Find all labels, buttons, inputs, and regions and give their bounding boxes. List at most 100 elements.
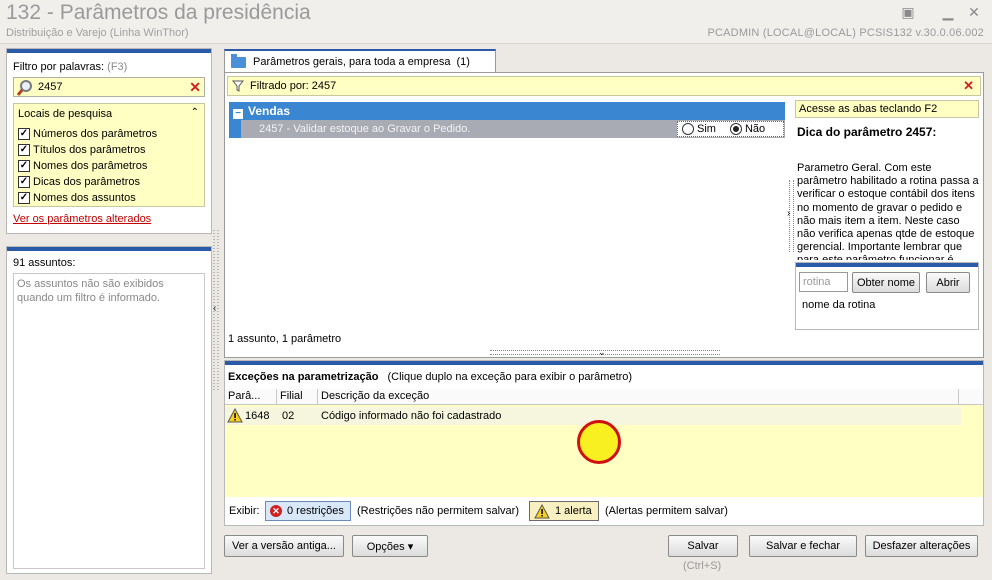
- search-locations-title: Locais de pesquisa: [18, 108, 113, 120]
- restricoes-label: 0 restrições: [287, 505, 344, 517]
- window-title: 132 - Parâmetros da presidência: [6, 1, 311, 24]
- yes-no-radio-group: Sim Não: [677, 121, 784, 137]
- obter-nome-button[interactable]: Obter nome: [852, 272, 920, 293]
- checkbox-checked-icon[interactable]: ✓: [18, 127, 30, 140]
- alertas-label: 1 alerta: [555, 505, 592, 517]
- checkbox-checked-icon[interactable]: ✓: [18, 159, 30, 172]
- collapse-icon[interactable]: ⌃: [191, 107, 199, 118]
- alertas-note: (Alertas permitem salvar): [605, 505, 728, 517]
- expand-right-icon[interactable]: ›: [787, 208, 790, 219]
- filter-label-text: Filtro por palavras:: [13, 61, 105, 73]
- tab-count: (1): [456, 56, 470, 68]
- tab-label: Parâmetros gerais, para toda a empresa: [253, 56, 451, 68]
- abrir-button[interactable]: Abrir: [926, 272, 970, 293]
- salvar-e-fechar-button[interactable]: Salvar e fechar: [749, 535, 857, 557]
- checkbox-checked-icon[interactable]: ✓: [18, 191, 30, 204]
- column-parametro[interactable]: Parâ...: [225, 389, 277, 405]
- dropdown-arrow-icon: ▾: [407, 540, 414, 553]
- alertas-button[interactable]: 1 alerta: [529, 501, 599, 521]
- tab-parametros-gerais[interactable]: Parâmetros gerais, para toda a empresa (…: [224, 49, 496, 73]
- funnel-icon: [232, 80, 244, 92]
- restricoes-button[interactable]: ✕ 0 restrições: [265, 501, 351, 521]
- routine-input[interactable]: [799, 272, 848, 292]
- desfazer-alteracoes-button[interactable]: Desfazer alterações: [865, 535, 978, 557]
- checkbox-checked-icon[interactable]: ✓: [18, 175, 30, 188]
- exceptions-title: Exceções na parametrização (Clique duplo…: [228, 371, 632, 383]
- table-header: Parâ... Filial Descrição da exceção: [225, 389, 983, 405]
- tip-area: Acesse as abas teclando F2 Dica do parâm…: [787, 100, 981, 330]
- column-filial[interactable]: Filial: [277, 389, 318, 405]
- window-subtitle: Distribuição e Varejo (Linha WinThor): [6, 27, 189, 39]
- opcoes-button[interactable]: Opções ▾: [352, 535, 428, 557]
- tip-text: Parametro Geral. Com este parâmetro habi…: [797, 162, 979, 260]
- clear-filter-icon[interactable]: ✕: [963, 78, 974, 94]
- magnifier-icon: [16, 80, 32, 96]
- radio-nao[interactable]: [729, 123, 742, 135]
- radio-sim-label: Sim: [697, 123, 716, 135]
- parameter-text: 2457 - Validar estoque ao Gravar o Pedid…: [259, 123, 471, 135]
- row-indicator: [229, 120, 241, 138]
- panel-accent-bar: [796, 263, 978, 267]
- warning-icon: [534, 503, 550, 518]
- option-label: Nomes dos parâmetros: [33, 159, 148, 172]
- clear-search-icon[interactable]: ✕: [189, 78, 201, 96]
- salvar-shortcut-hint: (Ctrl+S): [683, 560, 722, 572]
- search-field: ✕: [13, 77, 205, 97]
- filter-shortcut: (F3): [107, 61, 128, 73]
- column-descricao[interactable]: Descrição da exceção: [318, 389, 959, 405]
- subjects-panel: 91 assuntos: Os assuntos não são exibido…: [6, 246, 212, 574]
- minimize-window-icon[interactable]: ▁: [938, 2, 958, 22]
- cell-filial: 02: [282, 410, 295, 422]
- click-indicator: [577, 420, 621, 464]
- group-label: Vendas: [248, 104, 291, 118]
- exceptions-footer: Exibir: ✕ 0 restrições (Restrições não pe…: [225, 497, 983, 525]
- opcoes-label: Opções: [366, 540, 405, 553]
- option-titulos[interactable]: ✓ Títulos dos parâmetros: [18, 142, 146, 157]
- option-nomes-parametros[interactable]: ✓ Nomes dos parâmetros: [18, 158, 147, 173]
- restricoes-note: (Restrições não permitem salvar): [357, 505, 519, 517]
- collapse-group-icon[interactable]: −: [233, 109, 243, 119]
- altered-params-link[interactable]: Ver os parâmetros alterados: [13, 213, 151, 225]
- exceptions-table: Parâ... Filial Descrição da exceção 1648…: [225, 389, 983, 497]
- parameters-panel: Filtrado por: 2457 ✕ − Vendas 2457 - Vali…: [224, 72, 984, 358]
- warning-icon: [227, 408, 243, 423]
- folder-icon: [231, 53, 246, 68]
- salvar-button[interactable]: Salvar: [668, 535, 738, 557]
- subjects-list[interactable]: Os assuntos não são exibidos quando um f…: [13, 273, 205, 569]
- collapse-left-icon[interactable]: ‹: [213, 303, 216, 314]
- checkbox-checked-icon[interactable]: ✓: [18, 143, 30, 156]
- filter-status-bar: Filtrado por: 2457 ✕: [227, 76, 981, 96]
- cell-param: 1648: [245, 410, 270, 422]
- option-nomes-assuntos[interactable]: ✓ Nomes dos assuntos: [18, 190, 136, 205]
- search-locations-box: Locais de pesquisa ⌃ ✓ Números dos parâme…: [13, 103, 205, 207]
- option-label: Títulos dos parâmetros: [33, 143, 146, 156]
- tip-title: Dica do parâmetro 2457:: [797, 125, 937, 139]
- exceptions-panel: Exceções na parametrização (Clique duplo…: [224, 360, 984, 526]
- parameter-row[interactable]: 2457 - Validar estoque ao Gravar o Pedid…: [229, 120, 785, 138]
- subjects-count: 91 assuntos:: [13, 257, 76, 269]
- radio-sim[interactable]: [682, 123, 694, 135]
- exibir-label: Exibir:: [229, 505, 260, 517]
- group-header-vendas[interactable]: − Vendas: [229, 102, 785, 120]
- option-numeros[interactable]: ✓ Números dos parâmetros: [18, 126, 157, 141]
- chevron-down-icon[interactable]: ⌄: [598, 347, 606, 358]
- title-bar: 132 - Parâmetros da presidência Distribu…: [0, 0, 992, 44]
- panel-accent-bar: [7, 247, 211, 251]
- error-icon: ✕: [270, 505, 282, 517]
- filter-label: Filtro por palavras: (F3): [13, 61, 127, 73]
- parameters-status: 1 assunto, 1 parâmetro: [228, 333, 342, 345]
- routine-name: nome da rotina: [802, 299, 876, 311]
- option-label: Dicas dos parâmetros: [33, 175, 140, 188]
- option-label: Nomes dos assuntos: [33, 191, 136, 204]
- search-input[interactable]: [38, 79, 178, 95]
- radio-nao-label: Não: [744, 123, 766, 135]
- restore-window-icon[interactable]: ▣: [898, 2, 918, 22]
- panel-accent-bar: [7, 49, 211, 53]
- filter-status-text: Filtrado por: 2457: [250, 80, 337, 92]
- exceptions-title-text: Exceções na parametrização: [228, 371, 379, 383]
- option-dicas[interactable]: ✓ Dicas dos parâmetros: [18, 174, 140, 189]
- tabs-shortcut-hint: Acesse as abas teclando F2: [795, 100, 979, 118]
- ver-versao-antiga-button[interactable]: Ver a versão antiga...: [224, 535, 344, 557]
- exceptions-hint: (Clique duplo na exceção para exibir o p…: [387, 371, 633, 383]
- close-window-icon[interactable]: ✕: [964, 2, 984, 22]
